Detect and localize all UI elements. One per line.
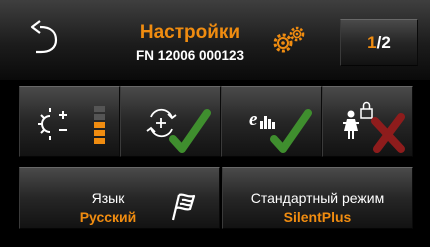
- settings-screen: Настройки FN 12006 000123 1/2 e Язык Рус…: [0, 0, 430, 247]
- svg-text:e: e: [249, 109, 258, 130]
- language-label: Язык: [91, 190, 125, 206]
- cross-icon: [371, 113, 405, 153]
- page-indicator-button[interactable]: 1/2: [340, 19, 418, 66]
- child-lock-button[interactable]: [322, 86, 413, 157]
- standard-mode-button[interactable]: Стандартный режим SilentPlus: [222, 167, 413, 229]
- page-indicator: 1/2: [341, 33, 417, 53]
- brightness-button[interactable]: [19, 86, 120, 157]
- language-value: Русский: [79, 209, 137, 225]
- flag-icon: [171, 193, 196, 221]
- brightness-icon: [38, 106, 105, 144]
- mode-label: Стандартный режим: [250, 190, 385, 206]
- check-icon: [270, 109, 312, 153]
- refresh-add-icon: [146, 108, 211, 153]
- auto-refresh-button[interactable]: [120, 86, 221, 157]
- header-bar: Настройки FN 12006 000123 1/2: [0, 0, 430, 80]
- eco-energy-icon: e: [249, 109, 312, 153]
- mode-value: SilentPlus: [283, 209, 352, 225]
- back-button[interactable]: [16, 12, 66, 62]
- check-icon: [169, 109, 211, 153]
- child-lock-icon: [343, 101, 405, 153]
- eco-energy-button[interactable]: e: [221, 86, 322, 157]
- level-bars-icon: [94, 106, 105, 144]
- language-button[interactable]: Язык Русский: [19, 167, 220, 229]
- page-current: 1: [367, 33, 377, 52]
- serial-number: FN 12006 000123: [135, 48, 245, 63]
- page-total: 2: [381, 33, 391, 52]
- page-title: Настройки: [139, 22, 241, 43]
- back-arrow-icon: [30, 20, 58, 54]
- gears-icon: [273, 26, 305, 53]
